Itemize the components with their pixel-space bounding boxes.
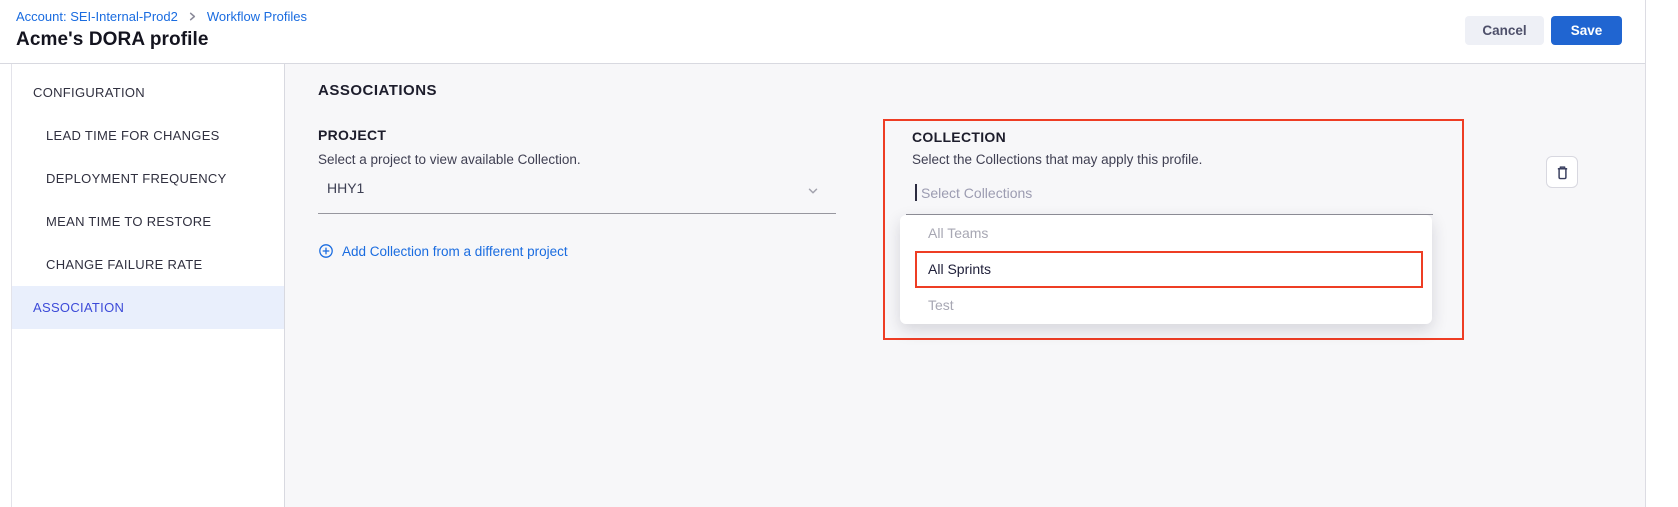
add-collection-link-label: Add Collection from a different project <box>342 244 568 259</box>
trash-icon <box>1554 164 1571 181</box>
collection-option-all-sprints-label: All Sprints <box>928 261 991 277</box>
sidebar-item-association[interactable]: ASSOCIATION <box>12 286 284 329</box>
chevron-down-icon <box>806 184 820 203</box>
associations-section-title: ASSOCIATIONS <box>318 82 437 99</box>
sidebar-item-change-failure-rate[interactable]: CHANGE FAILURE RATE <box>12 243 284 286</box>
collections-dropdown-menu: All Teams All Sprints Test <box>900 215 1432 324</box>
breadcrumb-workflow-profiles-link[interactable]: Workflow Profiles <box>207 9 307 24</box>
project-group-description: Select a project to view available Colle… <box>318 152 581 167</box>
page-header: Account: SEI-Internal-Prod2 Workflow Pro… <box>0 0 1645 64</box>
collection-option-all-teams[interactable]: All Teams <box>900 215 1432 251</box>
sidebar-item-deployment-frequency[interactable]: DEPLOYMENT FREQUENCY <box>12 157 284 200</box>
page-title: Acme's DORA profile <box>16 29 209 51</box>
all-sprints-highlight-ring <box>915 251 1423 288</box>
sidebar-item-lead-time-for-changes[interactable]: LEAD TIME FOR CHANGES <box>12 114 284 157</box>
delete-association-button[interactable] <box>1546 156 1578 188</box>
collection-group-highlighted-region: COLLECTION Select the Collections that m… <box>883 119 1464 340</box>
sidebar-nav-list: CONFIGURATION LEAD TIME FOR CHANGES DEPL… <box>12 64 284 329</box>
sidebar-item-configuration[interactable]: CONFIGURATION <box>12 71 284 114</box>
collection-option-all-sprints[interactable]: All Sprints <box>900 251 1432 287</box>
associations-panel: ASSOCIATIONS PROJECT Select a project to… <box>285 64 1645 507</box>
header-actions: Cancel Save <box>1465 16 1622 45</box>
breadcrumb-chevron-icon <box>187 11 198 22</box>
text-cursor <box>915 184 917 201</box>
settings-sidebar: CONFIGURATION LEAD TIME FOR CHANGES DEPL… <box>11 64 285 507</box>
collection-option-test[interactable]: Test <box>900 287 1432 323</box>
plus-circle-icon <box>318 243 334 259</box>
project-select-value: HHY1 <box>327 180 364 196</box>
sidebar-item-mean-time-to-restore[interactable]: MEAN TIME TO RESTORE <box>12 200 284 243</box>
collection-group-description: Select the Collections that may apply th… <box>912 152 1202 167</box>
collections-multiselect-input[interactable]: Select Collections <box>906 171 1433 215</box>
breadcrumb: Account: SEI-Internal-Prod2 Workflow Pro… <box>16 9 307 24</box>
save-button[interactable]: Save <box>1551 16 1622 45</box>
collections-input-placeholder: Select Collections <box>921 185 1032 201</box>
add-collection-link[interactable]: Add Collection from a different project <box>318 243 568 259</box>
collection-group-title: COLLECTION <box>912 129 1006 145</box>
page-right-gutter <box>1645 0 1678 507</box>
cancel-button[interactable]: Cancel <box>1465 16 1544 45</box>
project-group-title: PROJECT <box>318 127 386 143</box>
workflow-profile-page: Account: SEI-Internal-Prod2 Workflow Pro… <box>0 0 1678 507</box>
breadcrumb-account-link[interactable]: Account: SEI-Internal-Prod2 <box>16 9 178 24</box>
project-select[interactable]: HHY1 <box>318 169 836 214</box>
